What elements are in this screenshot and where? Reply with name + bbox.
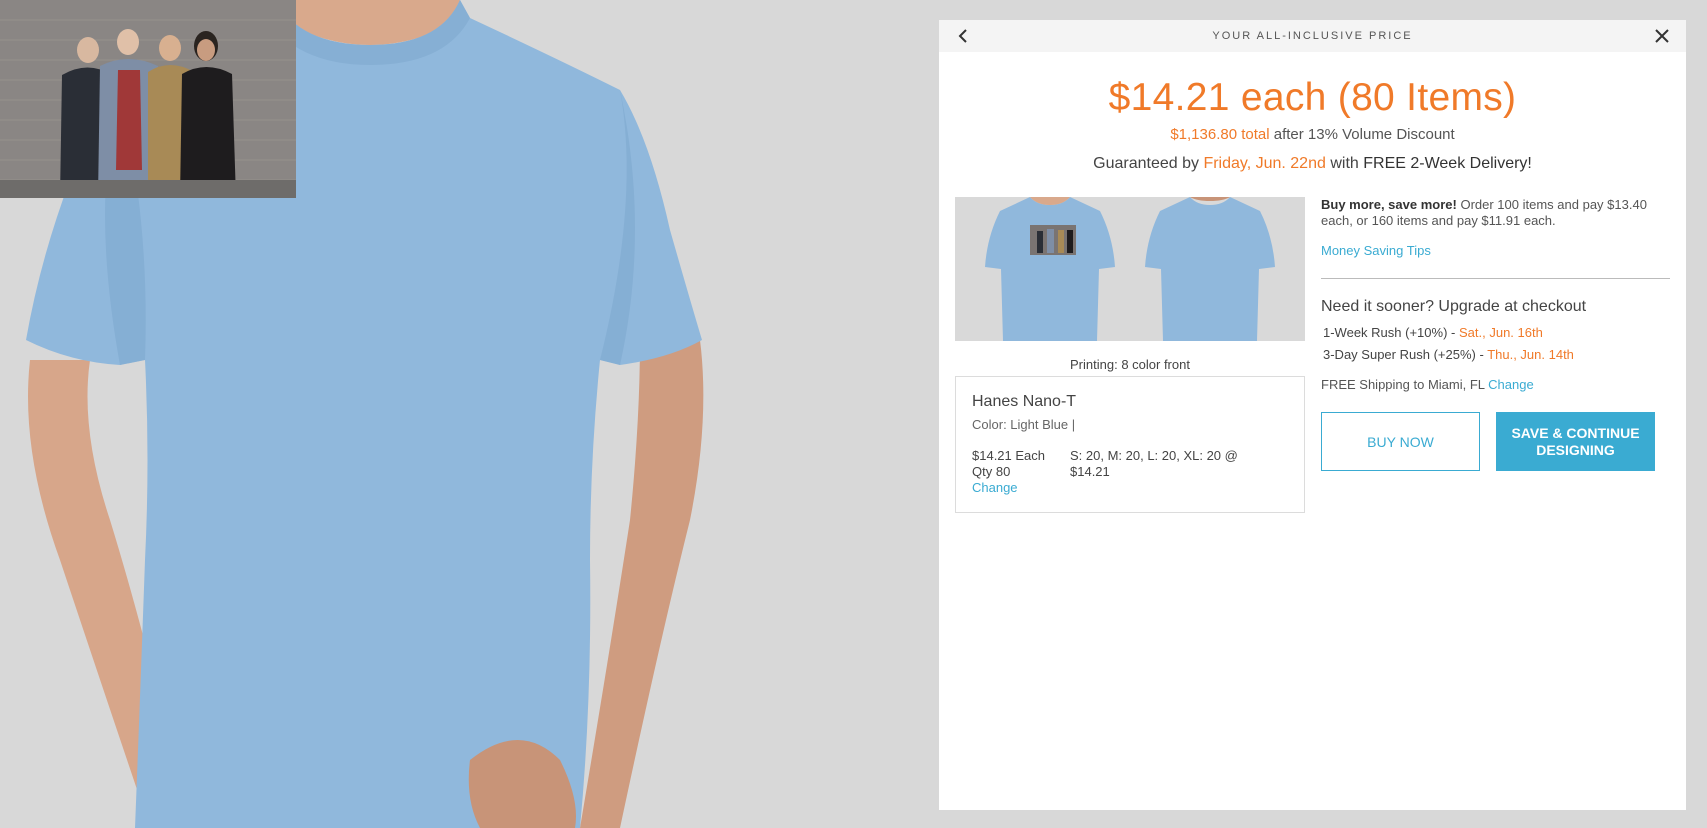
product-column: Printing: 8 color front Hanes Nano-T Col… [955, 197, 1305, 513]
delivery-prefix: Guaranteed by [1093, 155, 1199, 172]
band-photo [0, 0, 296, 198]
shirt-thumbnails [955, 197, 1305, 341]
price-qty: $14.21 Each Qty 80 Change [972, 448, 1070, 496]
size-breakdown: S: 20, M: 20, L: 20, XL: 20 @ $14.21 [1070, 448, 1238, 496]
total-line: $1,136.80 total after 13% Volume Discoun… [939, 126, 1686, 143]
product-color: Color: Light Blue | [972, 417, 1076, 432]
info-column: Buy more, save more! Order 100 items and… [1321, 197, 1670, 471]
rush-option-3day: 3-Day Super Rush (+25%) - Thu., Jun. 14t… [1321, 347, 1670, 362]
rush-date: Sat., Jun. 16th [1458, 325, 1543, 340]
shipping-info: FREE Shipping to Miami, FL Change [1321, 377, 1670, 392]
rush-label: 3-Day Super Rush [1323, 347, 1430, 362]
rush-date: Thu., Jun. 14th [1487, 347, 1574, 362]
free-delivery: FREE 2-Week Delivery! [1363, 155, 1532, 172]
product-card: Hanes Nano-T Color: Light Blue | $14.21 … [955, 376, 1305, 513]
sizes-price: $14.21 [1070, 464, 1110, 479]
product-pricing: $14.21 Each Qty 80 Change S: 20, M: 20, … [972, 448, 1288, 496]
price-each: $14.21 Each [972, 448, 1046, 463]
printing-info: Printing: 8 color front [1070, 357, 1190, 372]
back-thumbnail[interactable] [1135, 197, 1285, 341]
rush-option-1week: 1-Week Rush (+10%) - Sat., Jun. 16th [1321, 325, 1670, 340]
money-saving-tips-link[interactable]: Money Saving Tips [1321, 243, 1431, 258]
front-thumbnail[interactable] [975, 197, 1125, 341]
product-name: Hanes Nano-T [972, 393, 1077, 410]
upgrade-heading: Need it sooner? Upgrade at checkout [1321, 298, 1587, 315]
divider [1321, 278, 1670, 279]
delivery-line: Guaranteed by Friday, Jun. 22nd with FRE… [939, 155, 1686, 173]
panel-header: YOUR ALL-INCLUSIVE PRICE [939, 20, 1686, 52]
chevron-left-icon [958, 29, 967, 43]
action-buttons: BUY NOW SAVE & CONTINUE DESIGNING [1321, 412, 1670, 471]
change-shipping-link[interactable]: Change [1488, 377, 1534, 392]
shirt-preview [0, 0, 940, 828]
delivery-date: Friday, Jun. 22nd [1203, 155, 1326, 172]
rush-label: 1-Week Rush [1323, 325, 1402, 340]
panel-title: YOUR ALL-INCLUSIVE PRICE [1212, 30, 1413, 42]
sizes: S: 20, M: 20, L: 20, XL: 20 @ [1070, 448, 1238, 463]
close-icon [1655, 29, 1669, 43]
buy-now-button[interactable]: BUY NOW [1321, 412, 1480, 471]
close-button[interactable] [1646, 20, 1678, 52]
total-amount: $1,136.80 total [1170, 126, 1270, 143]
pricing-panel: YOUR ALL-INCLUSIVE PRICE $14.21 each (80… [939, 20, 1686, 810]
back-button[interactable] [947, 20, 979, 52]
rush-percent: (+10%) - [1405, 325, 1456, 340]
rush-percent: (+25%) - [1433, 347, 1484, 362]
save-continue-button[interactable]: SAVE & CONTINUE DESIGNING [1496, 412, 1655, 471]
shipping-text: FREE Shipping to Miami, FL [1321, 377, 1485, 392]
price-summary: $14.21 each (80 Items) $1,136.80 total a… [939, 76, 1686, 173]
buy-more-bold: Buy more, save more! [1321, 197, 1457, 212]
delivery-mid: with [1330, 155, 1359, 172]
change-quantity-link[interactable]: Change [972, 480, 1070, 496]
discount-text: after 13% Volume Discount [1273, 126, 1455, 143]
price-headline: $14.21 each (80 Items) [1108, 76, 1517, 119]
buy-more-text: Buy more, save more! Order 100 items and… [1321, 197, 1670, 229]
quantity: Qty 80 [972, 464, 1011, 479]
